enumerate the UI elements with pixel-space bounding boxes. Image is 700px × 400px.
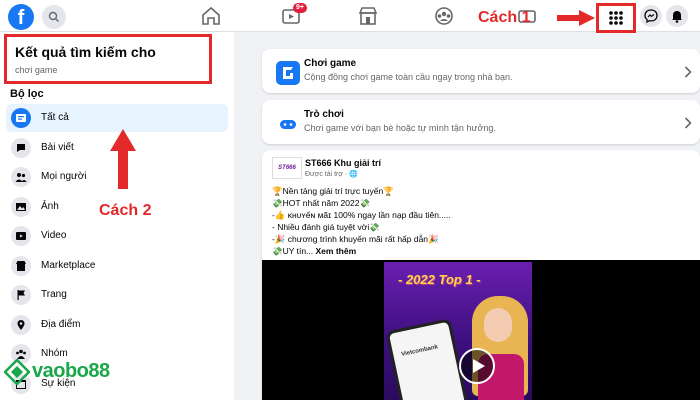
- search-icon: [48, 11, 59, 22]
- post-author-avatar[interactable]: ST666: [272, 157, 302, 179]
- post-text-line: 💸HOT nhất năm 2022💸: [272, 198, 371, 208]
- filter-label: Trang: [41, 289, 67, 300]
- chevron-right-icon: [684, 117, 692, 129]
- result-title: Chơi game: [304, 58, 357, 69]
- post-author-name[interactable]: ST666 Khu giải trí: [305, 158, 381, 168]
- see-more-link[interactable]: Xem thêm: [316, 246, 357, 256]
- result-description: Chơi game với bạn bè hoặc tự mình tận hư…: [304, 123, 496, 133]
- watermark-logo: vaobo88: [4, 358, 144, 386]
- filter-label: Địa điểm: [41, 319, 81, 330]
- annotation-step-1: Cách 1: [478, 9, 531, 26]
- filter-label: Mọi người: [41, 171, 87, 182]
- result-card-games[interactable]: Trò chơi Chơi game với bạn bè hoặc tự mì…: [262, 100, 700, 144]
- top-navigation-bar: f 9+ Cách 1: [0, 0, 700, 33]
- marketplace-icon[interactable]: [357, 6, 379, 26]
- filter-places[interactable]: Địa điểm: [6, 311, 228, 339]
- filter-label: Bài viết: [41, 142, 74, 153]
- filter-video[interactable]: Video: [6, 222, 228, 250]
- pages-icon: [11, 285, 31, 305]
- search-query-text: chơi game: [15, 65, 58, 75]
- photos-icon: [11, 197, 31, 217]
- messenger-button[interactable]: [640, 5, 662, 27]
- search-results-title: Kết quả tìm kiếm cho: [15, 44, 156, 60]
- people-icon: [11, 167, 31, 187]
- home-icon[interactable]: [200, 6, 222, 26]
- search-filters-sidebar: Kết quả tìm kiếm cho chơi game Bộ lọc Tấ…: [0, 32, 234, 400]
- filter-marketplace[interactable]: Marketplace: [6, 252, 228, 280]
- post-video[interactable]: - 2022 Top 1 - Vietcombank: [262, 260, 700, 400]
- filters-heading: Bộ lọc: [10, 88, 44, 100]
- menu-button[interactable]: [596, 3, 636, 33]
- search-results-header: Kết quả tìm kiếm cho chơi game: [4, 34, 212, 84]
- posts-icon: [11, 138, 31, 158]
- filter-label: Video: [41, 230, 67, 241]
- post-text-line: - Nhiều đánh giá tuyệt vời💸: [272, 222, 380, 232]
- sponsored-text: Được tài trợ: [305, 171, 343, 178]
- promo-caption-text: 2022 Top 1: [405, 272, 473, 287]
- globe-icon: 🌐: [349, 171, 358, 178]
- promo-caption: - 2022 Top 1 -: [398, 272, 481, 287]
- phone-brand-text: Vietcombank: [400, 344, 439, 358]
- bell-icon: [672, 11, 682, 23]
- model-face: [484, 308, 512, 342]
- post-text-line: -🎉 chương trình khuyến mãi rất hấp dẫn🎉: [272, 234, 439, 244]
- places-icon: [11, 315, 31, 335]
- video-icon: [11, 226, 31, 246]
- messenger-icon: [644, 9, 658, 24]
- post-text-line: -👍 ᴋʜᴜʏếɴ ᴍãɪ 100% ngay lần nạp đầu tiên…: [272, 210, 451, 220]
- annotation-arrow-right: [557, 10, 595, 26]
- play-button[interactable]: [459, 348, 495, 384]
- watermark-text: vaobo88: [32, 360, 110, 382]
- result-card-gaming[interactable]: Chơi game Cộng đồng chơi game toàn cầu n…: [262, 49, 700, 93]
- filter-all[interactable]: Tất cả: [6, 104, 228, 132]
- chevron-right-icon: [684, 66, 692, 78]
- all-results-icon: [11, 108, 31, 128]
- post-text-line: 💸UY tín...: [272, 246, 314, 256]
- play-icon: [473, 359, 485, 373]
- watch-notification-badge: 9+: [293, 3, 307, 13]
- annotation-step-2: Cách 2: [99, 202, 152, 219]
- post-text-line: 🏆Nền tảng giải trí trực tuyến🏆: [272, 186, 394, 196]
- filter-pages[interactable]: Trang: [6, 281, 228, 309]
- filter-label: Tất cả: [41, 112, 69, 123]
- search-button[interactable]: [42, 5, 66, 29]
- notifications-button[interactable]: [666, 5, 688, 27]
- promo-image: - 2022 Top 1 - Vietcombank: [384, 262, 532, 400]
- result-title: Trò chơi: [304, 109, 344, 120]
- annotation-arrow-up: [110, 129, 136, 189]
- gaming-app-icon: [276, 61, 300, 85]
- game-controller-icon: [280, 120, 296, 129]
- phone-illustration: Vietcombank: [385, 318, 469, 400]
- result-description: Cộng đồng chơi game toàn cầu ngay trong …: [304, 72, 513, 82]
- sponsored-post: ST666 ST666 Khu giải trí Được tài trợ · …: [262, 150, 700, 400]
- filter-label: Marketplace: [41, 260, 96, 271]
- filter-label: Ảnh: [41, 201, 59, 212]
- groups-icon[interactable]: [433, 6, 455, 26]
- facebook-logo[interactable]: f: [8, 4, 34, 30]
- post-text-last-line: 💸UY tín... Xem thêm: [272, 246, 356, 257]
- diamond-logo-icon: [4, 359, 30, 385]
- grid-menu-icon: [609, 11, 623, 25]
- post-sponsored-label: Được tài trợ · 🌐: [305, 171, 358, 178]
- marketplace-icon: [11, 256, 31, 276]
